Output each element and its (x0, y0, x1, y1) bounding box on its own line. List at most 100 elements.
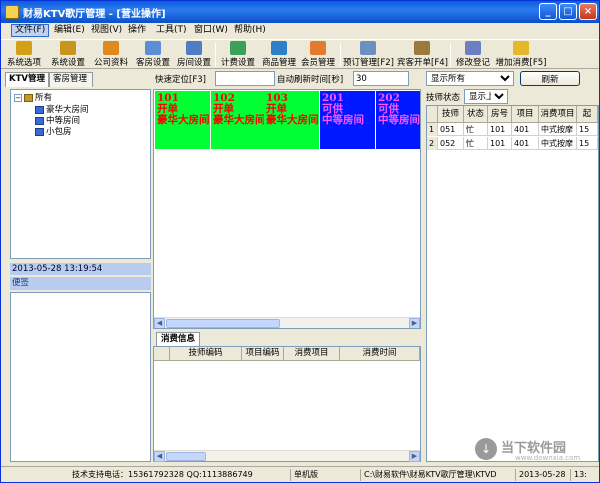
column-header[interactable]: 项目 (512, 106, 539, 123)
tree-label: 所有 (35, 93, 53, 103)
tree-node-luxury[interactable]: 豪华大房间 (35, 105, 89, 116)
cell-status: 忙 (464, 137, 488, 150)
toolbar-label: 系统选项 (6, 58, 41, 68)
tech-status-select[interactable]: 显示上 (464, 89, 508, 104)
support-info: 技术支持电话：15361792328 QQ:1113886749 (69, 469, 291, 481)
display-filter-select[interactable]: 显示所有 (426, 71, 514, 86)
system-settings-button[interactable]: 系统设置 (49, 41, 87, 69)
cell-consume: 中式按摩 (539, 137, 577, 150)
menu-view[interactable]: 视图(V) (88, 24, 125, 37)
toolbar-label: 商品管理 (261, 58, 296, 68)
scroll-thumb[interactable] (166, 319, 280, 328)
column-header[interactable]: 消费项目 (539, 106, 577, 123)
toolbar-label: 宾客开单[F4] (397, 58, 448, 68)
tab-consumption-info[interactable]: 消费信息 (156, 332, 201, 346)
scroll-left-icon[interactable]: ◀ (154, 318, 165, 328)
menu-operation[interactable]: 操作 (125, 24, 149, 37)
column-header[interactable]: 技师 (438, 106, 464, 123)
column-header[interactable]: 消费时间 (340, 347, 420, 361)
scroll-right-icon[interactable]: ▶ (409, 318, 420, 328)
main-window: 财易KTV歌厅管理 - [营业操作] _ □ × 文件(F) 编辑(E) 视图(… (0, 0, 600, 483)
toolbar-label: 系统设置 (50, 58, 85, 68)
cell-room: 101 (488, 137, 512, 150)
scroll-right-icon[interactable]: ▶ (409, 451, 420, 462)
column-header[interactable]: 起 (577, 106, 598, 123)
tree-node-small[interactable]: 小包房 (35, 127, 72, 138)
toolbar-label: 公司资料 (93, 58, 128, 68)
status-time: 13: (574, 470, 587, 479)
consumption-scrollbar[interactable]: ◀ ▶ (154, 450, 420, 462)
menu-window[interactable]: 窗口(W) (191, 24, 231, 37)
room-type-tree: − 所有 豪华大房间 中等房间 小包房 (10, 89, 151, 259)
cell-start: 15 (577, 123, 598, 136)
room-type: 豪华大房间 (213, 114, 266, 126)
scroll-thumb[interactable] (166, 452, 206, 461)
column-header[interactable]: 项目编码 (242, 347, 284, 361)
modify-registration-button[interactable]: 修改登记 (453, 41, 493, 69)
note-area[interactable] (10, 292, 151, 462)
menu-help[interactable]: 帮助(H) (231, 24, 269, 37)
maximize-button[interactable]: □ (559, 3, 577, 20)
room-type: 豪华大房间 (157, 114, 210, 126)
tree-node-root[interactable]: − 所有 (14, 93, 52, 104)
row-index: 1 (427, 123, 438, 136)
consumption-grid: 技师编码 项目编码 消费项目 消费时间 ◀ ▶ (153, 346, 421, 462)
collapse-icon[interactable]: − (14, 93, 22, 102)
room-tile-202[interactable]: 202 可供 中等房间 (376, 91, 420, 149)
goods-management-button[interactable]: 商品管理 (260, 41, 298, 69)
folder-icon (24, 93, 33, 102)
cell-start: 15 (577, 137, 598, 150)
minimize-button[interactable]: _ (539, 3, 557, 20)
company-info-button[interactable]: 公司资料 (92, 41, 130, 69)
goods-icon (271, 41, 287, 55)
quick-locate-input[interactable] (215, 71, 275, 86)
menu-bar: 文件(F) 编辑(E) 视图(V) 操作 工具(T) 窗口(W) 帮助(H) (1, 23, 599, 38)
refresh-button[interactable]: 刷新 (520, 71, 580, 86)
room-settings-button[interactable]: 房间设置 (175, 41, 213, 69)
table-row[interactable]: 2 052 忙 101 401 中式按摩 15 (427, 137, 598, 150)
tree-node-medium[interactable]: 中等房间 (35, 116, 80, 127)
title-bar[interactable]: 财易KTV歌厅管理 - [营业操作] _ □ × (1, 1, 599, 23)
billing-settings-button[interactable]: 计费设置 (219, 41, 257, 69)
tab-ktv-management[interactable]: KTV管理 (5, 72, 49, 87)
open-order-icon (414, 41, 430, 55)
room-tile-103[interactable]: 103 开单 豪华大房间 (264, 91, 319, 149)
menu-file[interactable]: 文件(F) (11, 24, 50, 37)
member-icon (310, 41, 326, 55)
open-order-button[interactable]: 宾客开单[F4] (397, 41, 448, 69)
row-indicator (427, 106, 438, 123)
toolbar-label: 增加消费[F5] (495, 58, 547, 68)
guest-room-settings-button[interactable]: 客房设置 (134, 41, 172, 69)
column-header[interactable]: 状态 (464, 106, 488, 123)
edition-label: 单机版 (291, 469, 361, 481)
column-header[interactable]: 技师编码 (170, 347, 242, 361)
room-icon (145, 41, 161, 55)
cell-tech: 052 (438, 137, 464, 150)
column-header[interactable]: 房号 (488, 106, 512, 123)
scroll-left-icon[interactable]: ◀ (154, 451, 165, 462)
site-watermark: ↓ 当下软件园 www.downxia.com (471, 437, 596, 465)
close-button[interactable]: × (579, 3, 597, 20)
table-row[interactable]: 1 051 忙 101 401 中式按摩 15 (427, 123, 598, 136)
room-grid-scrollbar[interactable]: ◀ ▶ (154, 317, 420, 328)
menu-tools[interactable]: 工具(T) (153, 24, 190, 37)
cell-item: 401 (512, 123, 539, 136)
add-consumption-button[interactable]: 增加消费[F5] (495, 41, 547, 69)
room-tile-101[interactable]: 101 开单 豪华大房间 (155, 91, 210, 149)
toolbar-separator (340, 43, 341, 67)
system-options-button[interactable]: 系统选项 (5, 41, 43, 69)
cell-room: 101 (488, 123, 512, 136)
display-filter-bar: 显示所有 刷新 (426, 71, 599, 87)
room-icon (35, 127, 44, 136)
member-management-button[interactable]: 会员管理 (299, 41, 337, 69)
auto-refresh-input[interactable] (353, 71, 409, 86)
booking-management-button[interactable]: 预订管理[F2] (343, 41, 394, 69)
room-tile-201[interactable]: 201 可供 中等房间 (320, 91, 375, 149)
tab-room-management[interactable]: 客房管理 (49, 72, 93, 87)
column-header[interactable]: 消费项目 (284, 347, 340, 361)
menu-edit[interactable]: 编辑(E) (51, 24, 88, 37)
technician-grid: 技师 状态 房号 项目 消费项目 起 1 051 忙 101 401 中式按摩 … (426, 105, 599, 462)
cell-consume: 中式按摩 (539, 123, 577, 136)
car-icon (103, 41, 119, 55)
room-tile-102[interactable]: 102 开单 豪华大房间 (211, 91, 266, 149)
